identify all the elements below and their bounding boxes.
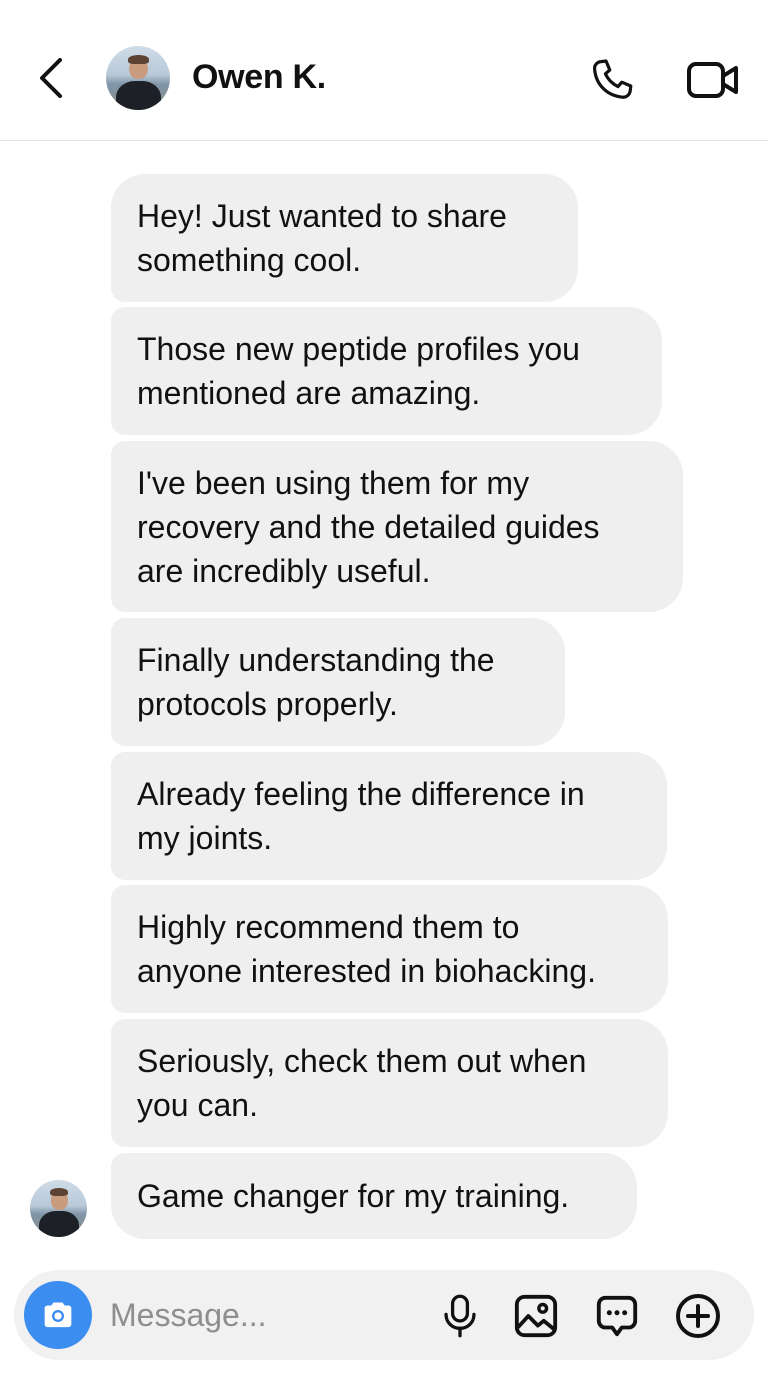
microphone-icon: [444, 1294, 476, 1338]
message-bubble[interactable]: Seriously, check them out when you can.: [111, 1019, 668, 1147]
back-button[interactable]: [28, 50, 72, 106]
chevron-left-icon: [40, 58, 62, 98]
message-text: Highly recommend them to anyone interest…: [137, 909, 596, 989]
message-bubble[interactable]: Finally understanding the protocols prop…: [111, 618, 565, 746]
message-bubble[interactable]: Already feeling the difference in my joi…: [111, 752, 667, 880]
chat-bubble-icon: [596, 1295, 638, 1337]
message-bubble[interactable]: Those new peptide profiles you mentioned…: [111, 307, 662, 435]
message-text: Those new peptide profiles you mentioned…: [137, 331, 580, 411]
voice-message-button[interactable]: [436, 1292, 484, 1340]
plus-circle-icon: [676, 1294, 720, 1338]
image-icon: [514, 1294, 558, 1338]
message-text: Already feeling the difference in my joi…: [137, 776, 585, 856]
phone-icon: [592, 59, 633, 99]
more-options-button[interactable]: [674, 1292, 722, 1340]
message-bubble[interactable]: Game changer for my training.: [111, 1153, 637, 1239]
message-bubble[interactable]: Hey! Just wanted to share something cool…: [111, 174, 578, 302]
contact-avatar[interactable]: [106, 46, 170, 110]
message-bubble[interactable]: I've been using them for my recovery and…: [111, 441, 683, 612]
voice-call-button[interactable]: [584, 52, 640, 108]
video-camera-icon: [687, 62, 738, 98]
message-composer: [14, 1270, 754, 1360]
message-text: Finally understanding the protocols prop…: [137, 642, 495, 722]
sticker-button[interactable]: [593, 1292, 641, 1340]
gallery-button[interactable]: [512, 1292, 560, 1340]
message-text: Hey! Just wanted to share something cool…: [137, 198, 507, 278]
message-bubble[interactable]: Highly recommend them to anyone interest…: [111, 885, 668, 1013]
chat-header: Owen K.: [0, 0, 768, 141]
contact-name[interactable]: Owen K.: [192, 58, 326, 97]
message-text: Game changer for my training.: [137, 1178, 570, 1214]
message-text: I've been using them for my recovery and…: [137, 464, 600, 589]
sender-avatar[interactable]: [30, 1180, 87, 1237]
message-input[interactable]: [110, 1292, 410, 1338]
message-text: Seriously, check them out when you can.: [137, 1043, 587, 1123]
video-call-button[interactable]: [684, 52, 742, 108]
camera-icon: [44, 1302, 72, 1328]
camera-button[interactable]: [24, 1281, 92, 1349]
